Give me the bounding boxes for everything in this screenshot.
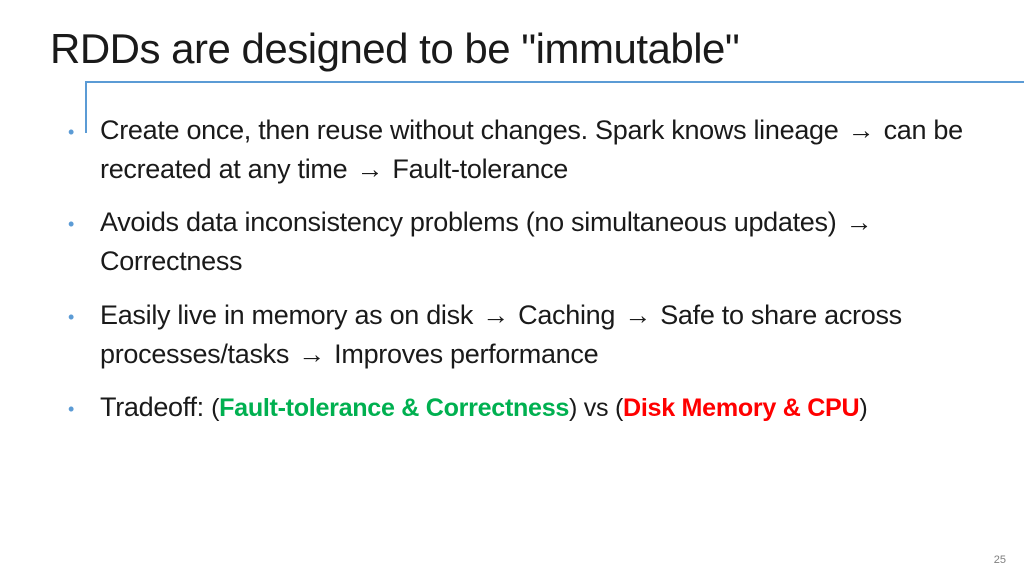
bullet-item: Easily live in memory as on disk → Cachi… (60, 296, 984, 374)
paren-text: ) vs ( (569, 394, 623, 422)
slide: RDDs are designed to be "immutable" Crea… (0, 0, 1024, 576)
arrow-icon: → (844, 203, 875, 242)
highlight-red: Disk Memory & CPU (623, 394, 859, 422)
page-number: 25 (994, 554, 1006, 566)
title-underline (85, 81, 984, 83)
bullet-text: Improves performance (327, 339, 598, 369)
bullet-item: Tradeoff: (Fault-tolerance & Correctness… (60, 388, 984, 427)
slide-title: RDDs are designed to be "immutable" (40, 25, 984, 73)
bullet-text: Avoids data inconsistency problems (no s… (100, 207, 844, 237)
bullet-item: Create once, then reuse without changes.… (60, 111, 984, 189)
bullet-text: Caching (511, 300, 622, 330)
paren-text: ( (211, 394, 219, 422)
bullet-text: Tradeoff: (100, 392, 211, 422)
bullet-list: Create once, then reuse without changes.… (40, 111, 984, 427)
arrow-icon: → (846, 111, 877, 150)
bullet-text: Correctness (100, 246, 242, 276)
arrow-icon: → (296, 335, 327, 374)
bullet-item: Avoids data inconsistency problems (no s… (60, 203, 984, 281)
bullet-text: Create once, then reuse without changes.… (100, 115, 846, 145)
arrow-icon: → (480, 296, 511, 335)
highlight-green: Fault-tolerance & Correctness (219, 394, 569, 422)
paren-text: ) (859, 394, 867, 422)
bullet-text: Easily live in memory as on disk (100, 300, 480, 330)
bullet-text: Fault-tolerance (385, 154, 568, 184)
arrow-icon: → (622, 296, 653, 335)
arrow-icon: → (355, 150, 386, 189)
